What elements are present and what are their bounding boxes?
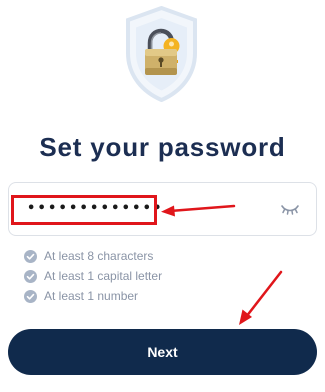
check-circle-icon (24, 270, 37, 283)
page-title: Set your password (39, 132, 286, 162)
annotation-highlight-box (11, 195, 157, 225)
annotation-arrow-icon (161, 204, 236, 217)
requirement-label: At least 1 number (44, 289, 139, 303)
annotation-arrow-icon (239, 270, 283, 325)
check-circle-icon (24, 250, 37, 263)
eye-closed-icon[interactable] (280, 203, 300, 217)
shield-lock-icon (124, 6, 199, 102)
check-circle-icon (24, 290, 37, 303)
requirement-label: At least 1 capital letter (44, 269, 163, 283)
next-button[interactable]: Next (8, 329, 317, 375)
requirement-label: At least 8 characters (44, 249, 154, 263)
